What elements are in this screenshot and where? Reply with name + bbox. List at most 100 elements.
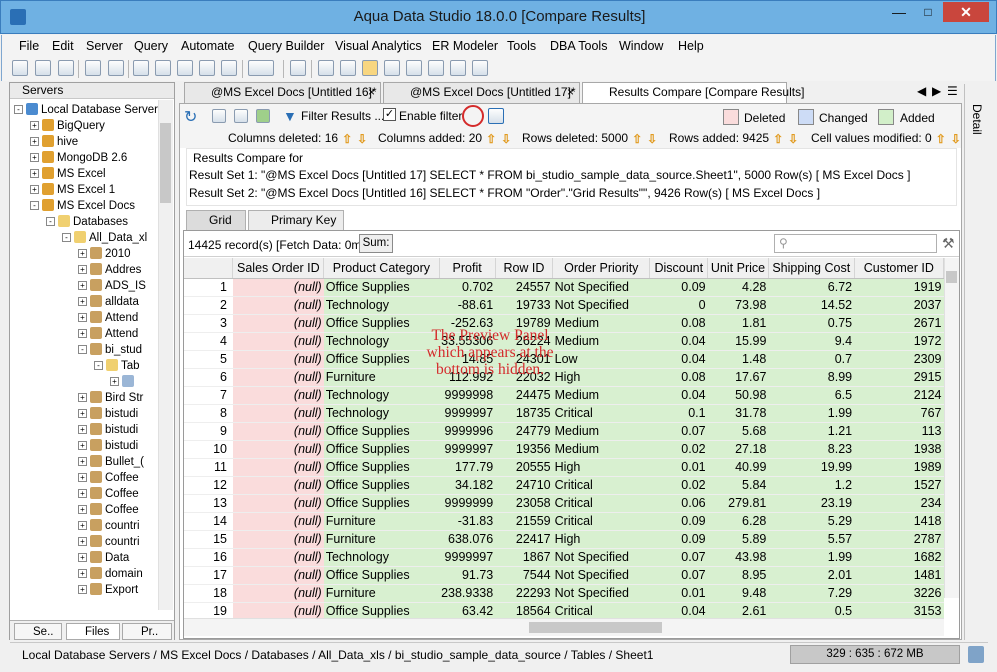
arrow-down-icon[interactable]: ⇩ bbox=[501, 133, 512, 145]
table-row[interactable]: 13 (null) Office Supplies 9999999 23058 Criti… bbox=[184, 494, 944, 513]
connect-icon[interactable] bbox=[58, 60, 74, 76]
expand-icon[interactable]: + bbox=[78, 521, 87, 530]
table-row[interactable]: 17 (null) Office Supplies 91.73 7544 Not Spec… bbox=[184, 566, 944, 585]
tree-item[interactable]: + Addres bbox=[78, 262, 141, 278]
expand-icon[interactable]: + bbox=[78, 297, 87, 306]
menu-visual-analytics[interactable]: Visual Analytics bbox=[335, 39, 422, 53]
tree-item[interactable]: + ADS_IS bbox=[78, 278, 146, 294]
tree-item[interactable]: + bistudi bbox=[78, 406, 138, 422]
tree-item[interactable]: + bistudi bbox=[78, 422, 138, 438]
tree-item[interactable]: + countri bbox=[78, 534, 140, 550]
maximize-button[interactable]: □ bbox=[914, 2, 942, 22]
column-header[interactable]: Row ID bbox=[495, 258, 554, 279]
tab-servers[interactable]: Se.. bbox=[14, 623, 62, 640]
preview-icon[interactable] bbox=[234, 109, 248, 123]
expand-icon[interactable]: + bbox=[78, 409, 87, 418]
column-header[interactable]: Customer ID bbox=[854, 258, 944, 279]
wrench-icon[interactable]: ⚒ bbox=[942, 235, 958, 251]
refresh-icon[interactable]: ↻ bbox=[184, 107, 197, 127]
servers-scroll-thumb[interactable] bbox=[160, 123, 171, 203]
table-row[interactable]: 1 (null) Office Supplies 0.702 24557 Not Spec… bbox=[184, 278, 944, 297]
close-tab-icon[interactable]: × bbox=[567, 83, 574, 102]
tree-item[interactable]: + bbox=[110, 374, 137, 390]
expand-icon[interactable]: + bbox=[78, 585, 87, 594]
tree-item[interactable]: + Attend bbox=[78, 310, 138, 326]
expand-icon[interactable]: + bbox=[78, 441, 87, 450]
menu-edit[interactable]: Edit bbox=[52, 39, 74, 53]
expand-icon[interactable]: + bbox=[78, 489, 87, 498]
query-icon[interactable] bbox=[85, 60, 101, 76]
layout-icon-4[interactable] bbox=[384, 60, 400, 76]
layout-icon-1[interactable] bbox=[318, 60, 334, 76]
menu-er-modeler[interactable]: ER Modeler bbox=[432, 39, 498, 53]
grid-horizontal-thumb[interactable] bbox=[529, 622, 662, 633]
expand-icon[interactable]: + bbox=[78, 313, 87, 322]
expand-icon[interactable]: + bbox=[78, 457, 87, 466]
collapse-icon[interactable]: - bbox=[94, 361, 103, 370]
garbage-collect-icon[interactable] bbox=[968, 646, 984, 663]
layout-icon-8[interactable] bbox=[472, 60, 488, 76]
column-header[interactable]: Shipping Cost bbox=[768, 258, 855, 279]
table-row[interactable]: 11 (null) Office Supplies 177.79 20555 High 0.… bbox=[184, 458, 944, 477]
expand-icon[interactable]: + bbox=[78, 249, 87, 258]
column-header[interactable]: Sales Order ID bbox=[232, 258, 325, 279]
table-row[interactable]: 10 (null) Office Supplies 9999997 19356 Mediu… bbox=[184, 440, 944, 459]
layout-icon-7[interactable] bbox=[450, 60, 466, 76]
column-header[interactable]: Discount bbox=[649, 258, 709, 279]
table-row[interactable]: 15 (null) Furniture 638.076 22417 High 0.09 5.8… bbox=[184, 530, 944, 549]
menu-server[interactable]: Server bbox=[86, 39, 123, 53]
layout-icon-2[interactable] bbox=[340, 60, 356, 76]
report-icon[interactable] bbox=[199, 60, 215, 76]
document-icon[interactable] bbox=[290, 60, 306, 76]
expand-icon[interactable]: + bbox=[78, 569, 87, 578]
tab-primary-key[interactable]: Primary Key bbox=[248, 210, 344, 230]
tree-item[interactable]: +2010 bbox=[78, 246, 131, 262]
collapse-icon[interactable]: - bbox=[30, 201, 39, 210]
table-row[interactable]: 19 (null) Office Supplies 63.42 18564 Critica… bbox=[184, 602, 944, 618]
expand-icon[interactable]: + bbox=[30, 153, 39, 162]
compare-icon[interactable] bbox=[133, 60, 149, 76]
layout-icon-5[interactable] bbox=[406, 60, 422, 76]
expand-icon[interactable]: + bbox=[30, 169, 39, 178]
tab-scroll-left-icon[interactable]: ◀ bbox=[917, 84, 926, 98]
tree-item[interactable]: - All_Data_xl bbox=[62, 230, 147, 246]
table-row[interactable]: 8 (null) Technology 9999997 18735 Critical 0.1… bbox=[184, 404, 944, 423]
doc-tab-untitled-17[interactable]: @MS Excel Docs [Untitled 17]* × bbox=[383, 82, 580, 103]
tree-item[interactable]: + countri bbox=[78, 518, 140, 534]
expand-icon[interactable]: + bbox=[78, 505, 87, 514]
tab-projects[interactable]: Pr.. bbox=[122, 623, 172, 640]
tab-list-icon[interactable]: ☰ bbox=[947, 84, 958, 98]
close-button[interactable]: ✕ bbox=[943, 2, 989, 22]
tree-item[interactable]: + Bullet_( bbox=[78, 454, 144, 470]
tree-item[interactable]: - MS Excel Docs bbox=[30, 198, 135, 214]
table-row[interactable]: 18 (null) Furniture 238.9338 22293 Not Specif… bbox=[184, 584, 944, 603]
expand-icon[interactable]: + bbox=[78, 265, 87, 274]
expand-icon[interactable]: + bbox=[110, 377, 119, 386]
column-header[interactable] bbox=[184, 258, 234, 279]
table-row[interactable]: 16 (null) Technology 9999997 1867 Not Specifi… bbox=[184, 548, 944, 567]
doc-tab-untitled-16[interactable]: @MS Excel Docs [Untitled 16]* × bbox=[184, 82, 381, 103]
menu-file[interactable]: File bbox=[19, 39, 39, 53]
table-row[interactable]: 9 (null) Office Supplies 9999996 24779 Medium… bbox=[184, 422, 944, 441]
find-icon[interactable] bbox=[155, 60, 171, 76]
expand-icon[interactable]: + bbox=[78, 553, 87, 562]
doc-tab-results-compare[interactable]: Results Compare [Compare Results] bbox=[582, 82, 804, 103]
tree-item[interactable]: + MongoDB 2.6 bbox=[30, 150, 127, 166]
arrow-up-icon[interactable]: ⇧ bbox=[632, 133, 643, 145]
tab-grid[interactable]: Grid bbox=[186, 210, 246, 230]
edit-server-icon[interactable] bbox=[35, 60, 51, 76]
table-row[interactable]: 14 (null) Furniture -31.83 21559 Critical 0.09… bbox=[184, 512, 944, 531]
tree-item[interactable]: - Tab bbox=[94, 358, 140, 374]
column-header[interactable]: Unit Price bbox=[707, 258, 769, 279]
expand-icon[interactable]: + bbox=[78, 281, 87, 290]
detail-tab[interactable]: Detail bbox=[970, 104, 984, 135]
expand-icon[interactable]: + bbox=[30, 121, 39, 130]
table-row[interactable]: 7 (null) Technology 9999998 24475 Medium 0.04 5… bbox=[184, 386, 944, 405]
column-header[interactable]: Profit bbox=[439, 258, 496, 279]
minimize-button[interactable]: — bbox=[885, 2, 913, 22]
expand-icon[interactable]: + bbox=[78, 329, 87, 338]
tab-scroll-right-icon[interactable]: ▶ bbox=[932, 84, 941, 98]
arrow-down-icon[interactable]: ⇩ bbox=[357, 133, 368, 145]
tree-item[interactable]: - Databases bbox=[46, 214, 128, 230]
grid-search-input[interactable]: ⚲ bbox=[774, 234, 937, 253]
